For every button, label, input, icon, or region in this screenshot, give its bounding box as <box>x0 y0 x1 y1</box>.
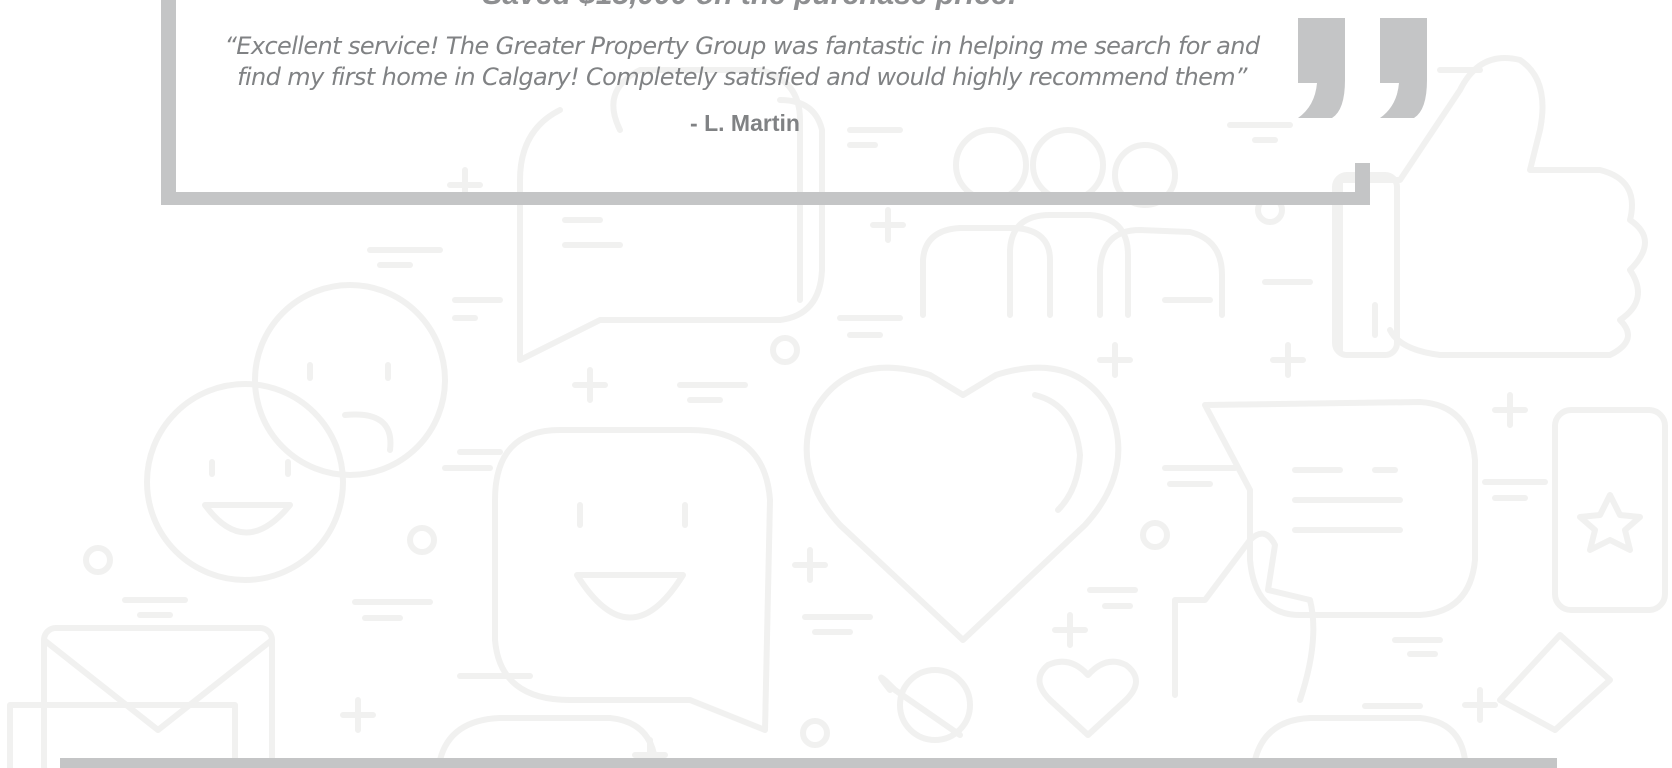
chat-icon <box>492 427 773 733</box>
testimonial-frame-right <box>1355 163 1370 205</box>
smiley-face-icon <box>144 282 448 583</box>
quote-line-2: find my first home in Calgary! Completel… <box>237 63 1247 91</box>
star-phone-icon <box>1497 407 1668 733</box>
testimonial-headline: Saved $15,000 on the purchase price! <box>300 0 1200 12</box>
testimonial-frame-left <box>161 0 176 199</box>
quote-line-1: “Excellent service! The Greater Property… <box>224 32 1260 60</box>
testimonial-frame-bottom <box>161 192 1370 205</box>
testimonial-author: - L. Martin <box>690 110 800 136</box>
bottom-section-bar <box>60 758 1557 768</box>
closing-quote-icon <box>1298 18 1427 118</box>
envelope-icon <box>7 625 275 768</box>
heart-icon <box>803 364 1122 643</box>
people-icon <box>920 127 1225 318</box>
testimonial-quote: “Excellent service! The Greater Property… <box>222 31 1262 93</box>
